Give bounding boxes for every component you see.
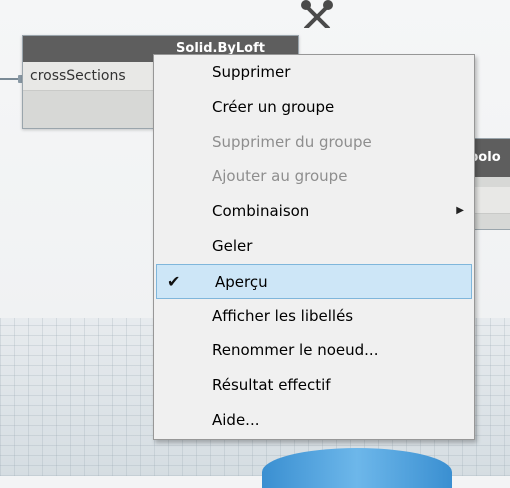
workspace-canvas[interactable]: Solid.ByLoft crossSections polo Supprime… <box>0 0 510 488</box>
menu-item-label: Afficher les libellés <box>212 306 354 325</box>
menu-item-ajouter-au-groupe[interactable]: Ajouter au groupe <box>154 159 474 194</box>
menu-item-geler[interactable]: Geler <box>154 229 474 264</box>
menu-item-label: Créer un groupe <box>212 97 335 116</box>
menu-item-label: Supprimer <box>212 63 291 81</box>
menu-item-label: Supprimer du groupe <box>212 132 372 151</box>
menu-item-renommer-le-noeud[interactable]: Renommer le noeud... <box>154 333 474 368</box>
menu-item-combinaison[interactable]: Combinaison ▶ <box>154 194 474 229</box>
context-menu[interactable]: Supprimer Créer un groupe Supprimer du gro… <box>153 54 475 440</box>
menu-item-cr-er-un-groupe[interactable]: Créer un groupe <box>154 90 474 125</box>
menu-item-label: Aide... <box>212 410 260 429</box>
menu-item-label: Aperçu <box>215 272 268 291</box>
submenu-arrow-icon: ▶ <box>456 205 464 217</box>
menu-item-aide[interactable]: Aide... <box>154 403 474 438</box>
checkmark-icon: ✔ <box>167 271 181 291</box>
menu-item-afficher-les-libell-s[interactable]: Afficher les libellés <box>154 299 474 334</box>
menu-item-label: Geler <box>212 236 253 255</box>
menu-item-label: Renommer le noeud... <box>212 341 379 360</box>
menu-item-supprimer[interactable]: Supprimer <box>154 55 474 90</box>
geometry-preview <box>262 448 452 488</box>
menu-item-label: Résultat effectif <box>212 376 331 395</box>
menu-item-label: Ajouter au groupe <box>212 167 348 186</box>
menu-item-r-sultat-effectif[interactable]: Résultat effectif <box>154 368 474 403</box>
menu-item-supprimer-du-groupe[interactable]: Supprimer du groupe <box>154 125 474 160</box>
menu-item-label: Combinaison <box>212 202 310 221</box>
menu-item-aper-u[interactable]: ✔ Aperçu <box>156 263 472 299</box>
wrench-screwdriver-icon[interactable] <box>298 0 336 28</box>
